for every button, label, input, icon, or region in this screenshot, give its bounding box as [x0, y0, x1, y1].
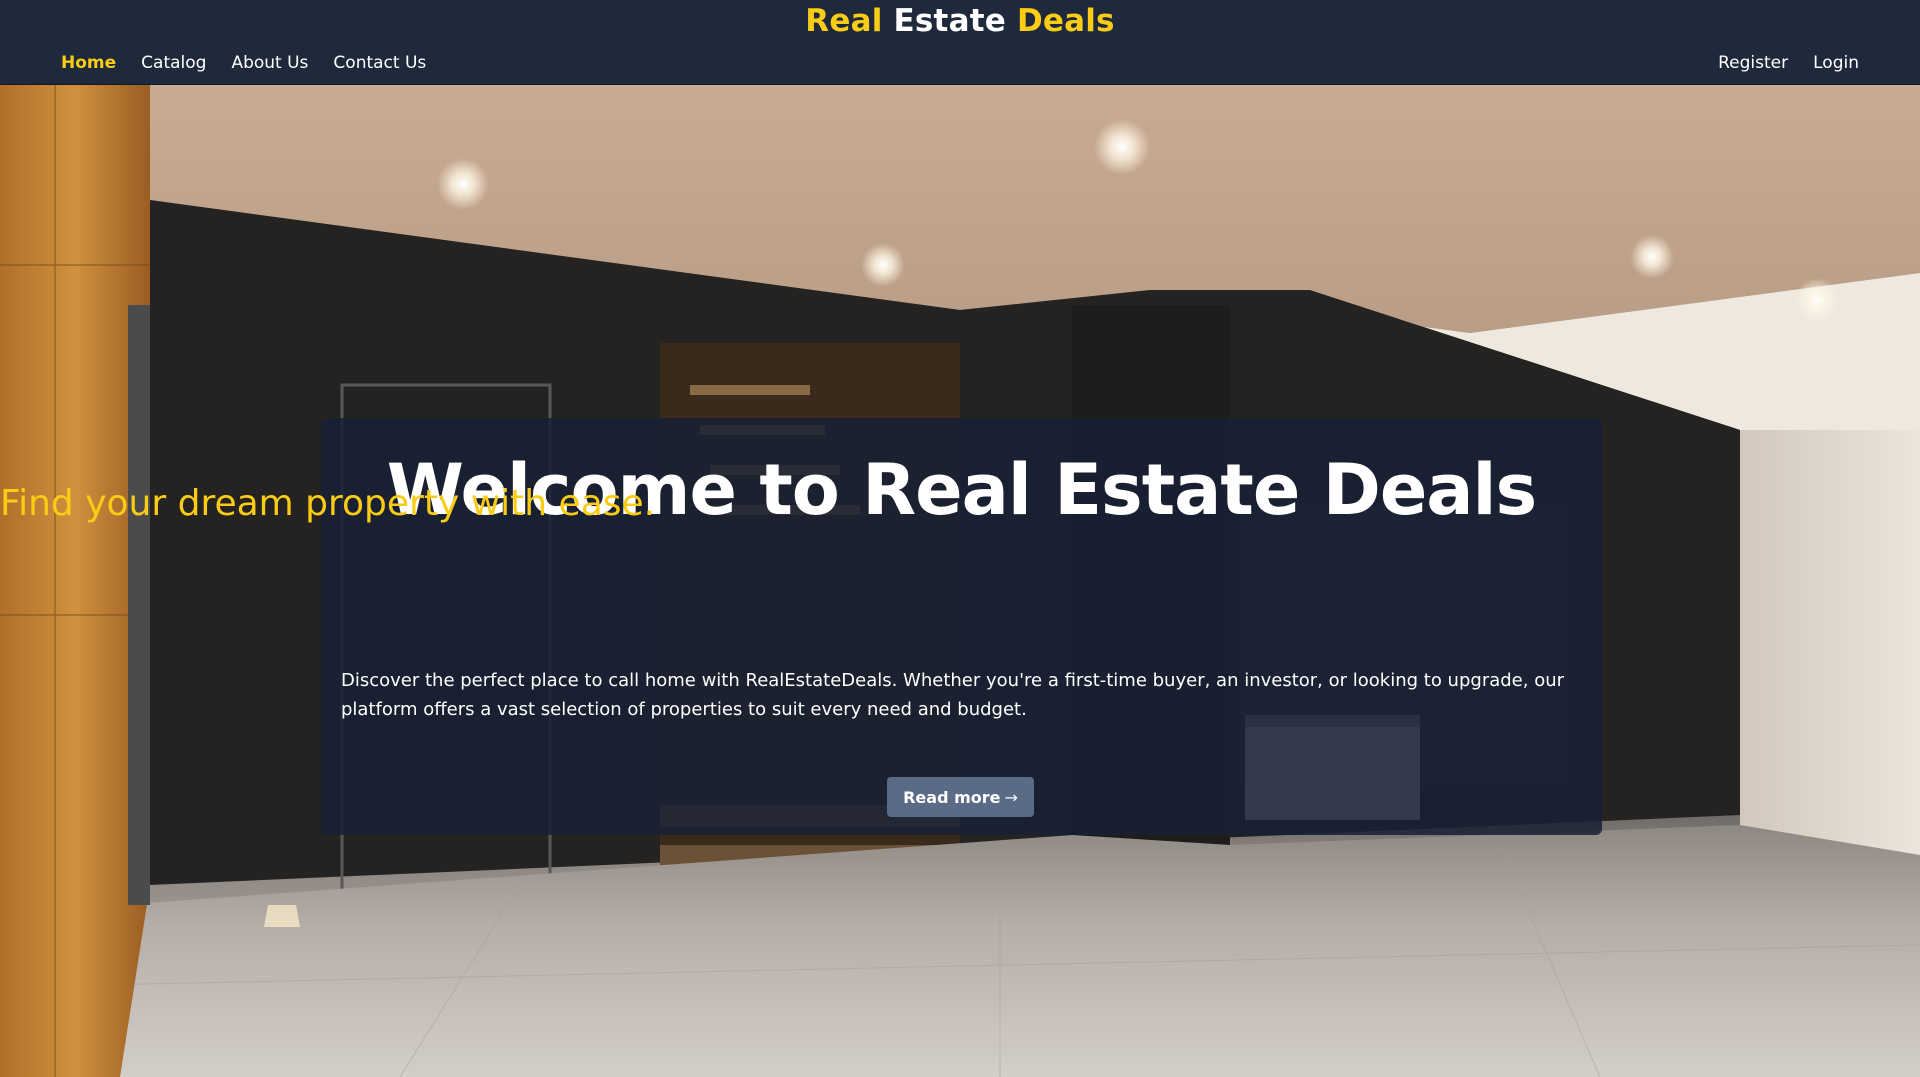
- nav-item-contact-us[interactable]: Contact Us: [333, 52, 426, 74]
- read-more-button[interactable]: Read more →: [887, 777, 1034, 817]
- hero-description-text: Discover the perfect place to call home …: [341, 670, 1565, 720]
- hero-section: Welcome to Real Estate Deals: [0, 85, 1920, 1077]
- hero-overlay-panel: Welcome to Real Estate Deals: [321, 418, 1602, 835]
- main-nav: Home Catalog About Us Contact Us: [61, 52, 451, 74]
- brand-logo[interactable]: Real Estate Deals: [0, 3, 1920, 39]
- nav-item-login[interactable]: Login: [1813, 52, 1859, 74]
- brand-word-estate: Estate: [893, 3, 1006, 39]
- site-header: Real Estate Deals Home Catalog About Us …: [0, 0, 1920, 85]
- hero-subtitle: Find your dream property with ease.: [0, 483, 656, 524]
- nav-item-about-us[interactable]: About Us: [231, 52, 308, 74]
- account-nav: Register Login: [1693, 52, 1859, 74]
- nav-item-register[interactable]: Register: [1718, 52, 1788, 74]
- nav-item-home[interactable]: Home: [61, 52, 116, 74]
- brand-word-real: Real: [805, 3, 883, 39]
- hero-description: Discover the perfect place to call home …: [341, 666, 1582, 724]
- read-more-label: Read more: [903, 787, 1001, 807]
- nav-item-catalog[interactable]: Catalog: [141, 52, 206, 74]
- brand-word-deals: Deals: [1016, 3, 1115, 39]
- arrow-right-icon: →: [1004, 787, 1018, 807]
